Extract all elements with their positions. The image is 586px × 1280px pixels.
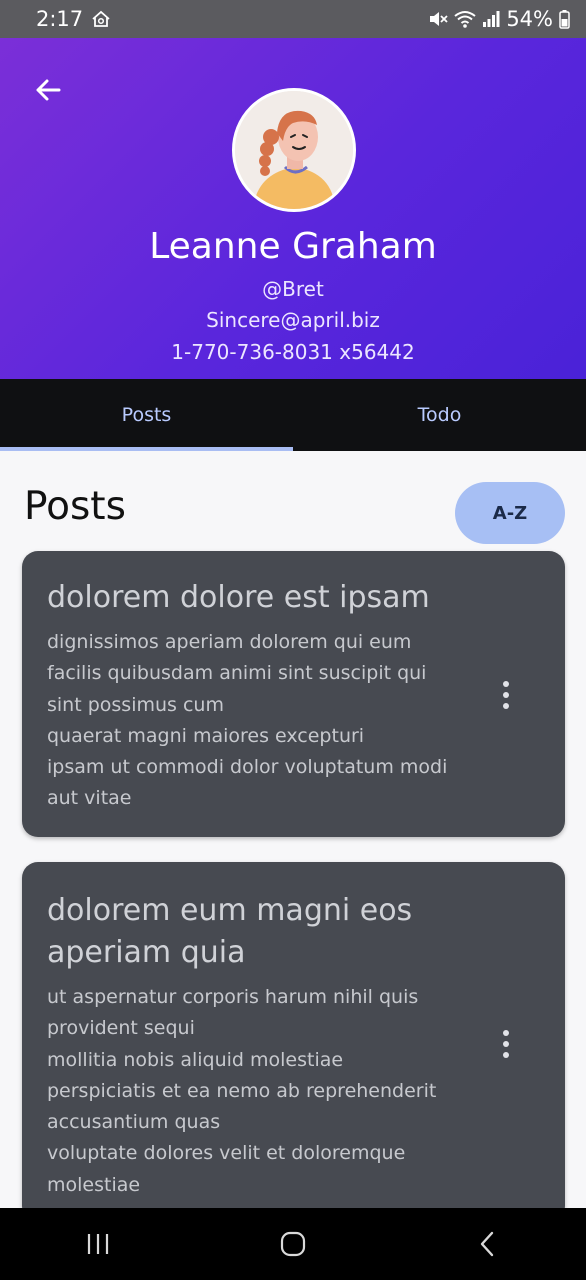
home-button[interactable] — [253, 1214, 333, 1274]
tab-bar: Posts Todo — [0, 379, 586, 451]
section-title: Posts — [24, 484, 126, 529]
sort-az-button[interactable]: A-Z — [455, 482, 565, 544]
home-icon — [91, 9, 111, 29]
post-body: ut aspernatur corporis harum nihil quis … — [47, 986, 437, 1196]
signal-icon — [482, 10, 500, 28]
back-nav-button[interactable] — [448, 1214, 528, 1274]
recents-icon — [87, 1234, 108, 1254]
avatar — [232, 88, 356, 212]
post-title: dolorem eum magni eos aperiam quia — [47, 893, 413, 970]
profile-email: Sincere@april.biz — [206, 308, 380, 332]
profile-username: @Bret — [262, 277, 324, 301]
status-bar-right: 54% — [428, 7, 570, 31]
mute-icon — [428, 9, 448, 29]
post-body: dignissimos aperiam dolorem qui eum faci… — [47, 631, 448, 810]
more-options-icon[interactable] — [493, 675, 519, 715]
status-bar-left: 2:17 — [36, 7, 111, 31]
more-options-icon[interactable] — [493, 1024, 519, 1064]
recents-button[interactable] — [58, 1214, 138, 1274]
profile-phone: 1-770-736-8031 x56442 — [171, 340, 415, 364]
back-icon — [481, 1231, 494, 1257]
post-title: dolorem dolore est ipsam — [47, 580, 430, 615]
back-button[interactable] — [30, 72, 66, 108]
system-nav-bar — [0, 1208, 586, 1280]
wifi-icon — [454, 9, 476, 29]
battery-percent: 54% — [506, 7, 553, 31]
arrow-left-icon — [36, 79, 61, 101]
profile-header: Leanne Graham @Bret Sincere@april.biz 1-… — [0, 38, 586, 379]
status-time: 2:17 — [36, 7, 84, 31]
battery-icon — [559, 9, 570, 29]
post-card[interactable]: dolorem dolore est ipsam dignissimos ape… — [22, 551, 565, 837]
post-card[interactable]: dolorem eum magni eos aperiam quia ut as… — [22, 862, 565, 1222]
status-bar: 2:17 54% — [0, 0, 586, 38]
tab-todo[interactable]: Todo — [293, 379, 586, 451]
home-circle-icon — [280, 1231, 306, 1257]
profile-name: Leanne Graham — [149, 226, 437, 267]
tab-posts[interactable]: Posts — [0, 379, 293, 451]
